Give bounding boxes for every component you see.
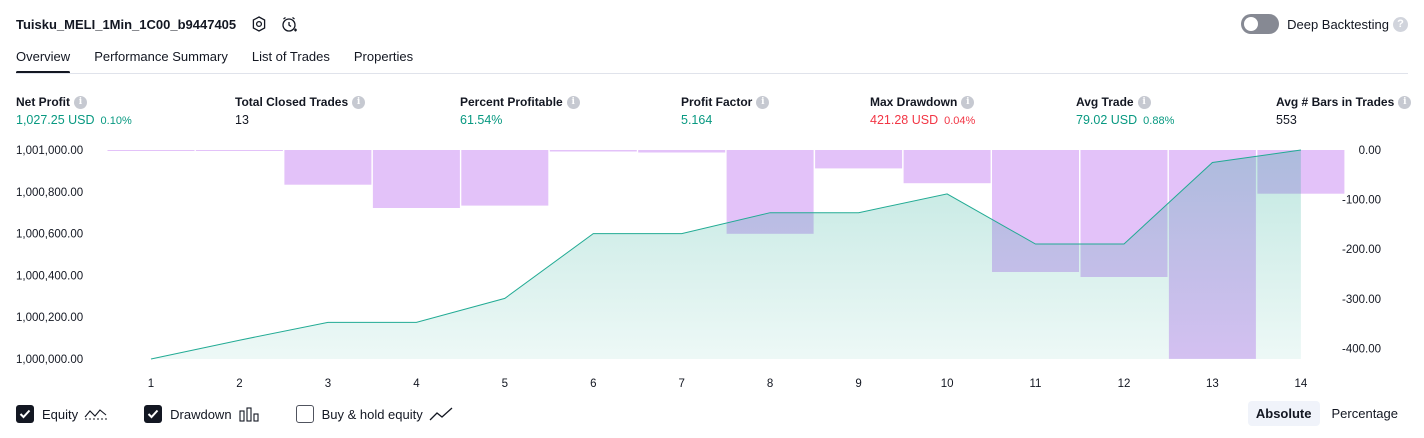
drawdown-bar [284, 150, 372, 185]
drawdown-bars-icon [239, 407, 259, 422]
info-icon[interactable]: i [74, 95, 87, 109]
equity-line-icon [84, 409, 108, 420]
x-axis-tick-label: 11 [1030, 378, 1042, 390]
info-icon[interactable]: i [961, 95, 975, 109]
info-icon[interactable]: i [756, 95, 770, 109]
metric-label: Max Drawdown [870, 95, 958, 109]
x-axis-tick-label: 7 [678, 378, 684, 390]
right-axis-tick-label: -100.00 [1342, 195, 1381, 207]
metric-value: 553 [1276, 113, 1297, 127]
chart-legend: Equity Drawdown Buy & hold equity [16, 404, 489, 424]
equity-drawdown-chart[interactable]: 1,000,000.00 1,000,200.00 1,000,400.00 1,00… [0, 140, 1424, 396]
percentage-button[interactable]: Percentage [1324, 401, 1407, 426]
left-axis-tick-label: 1,000,600.00 [16, 229, 83, 241]
right-axis-tick-label: -300.00 [1342, 294, 1381, 306]
metric-label: Avg Trade [1076, 95, 1134, 109]
info-icon[interactable]: i [566, 95, 580, 109]
info-icon[interactable]: i [1137, 95, 1151, 109]
report-tabs: Overview Performance Summary List of Tra… [16, 46, 437, 76]
metric-avg-trade: Avg Trade i 79.02 USD 0.88% [1076, 94, 1174, 127]
x-axis-tick-label: 3 [325, 378, 331, 390]
buy-hold-checkbox[interactable] [295, 405, 314, 423]
info-icon[interactable]: i [1398, 95, 1412, 109]
metric-value: 61.54% [460, 113, 503, 127]
x-axis-tick-label: 1 [148, 378, 154, 390]
tabs-divider [16, 73, 1408, 74]
drawdown-bar [903, 150, 991, 184]
drawdown-bar [372, 150, 460, 208]
right-axis-tick-label: -400.00 [1342, 343, 1381, 355]
drawdown-bar [107, 150, 195, 151]
strategy-header: Tuisku_MELI_1Min_1C00_b9447405 [16, 12, 300, 36]
right-axis-tick-label: -200.00 [1342, 244, 1381, 256]
legend-equity[interactable]: Equity [16, 405, 108, 423]
right-axis-tick-label: 0.00 [1359, 145, 1381, 157]
legend-drawdown[interactable]: Drawdown [144, 405, 259, 423]
legend-label: Equity [42, 406, 79, 422]
x-axis-tick-label: 8 [767, 378, 773, 390]
left-axis-tick-label: 1,000,000.00 [16, 354, 83, 366]
left-axis-tick-label: 1,000,200.00 [16, 312, 83, 324]
metric-percent-profitable: Percent Profitable i 61.54% [460, 94, 580, 127]
value-mode-toggle: Absolute Percentage [1247, 401, 1407, 426]
legend-buy-hold[interactable]: Buy & hold equity [295, 405, 453, 423]
metric-value: 79.02 USD [1076, 113, 1138, 127]
metric-value: 5.164 [681, 113, 713, 127]
deep-backtesting: Deep Backtesting ? [1241, 13, 1408, 35]
deep-backtesting-toggle[interactable] [1241, 14, 1280, 34]
drawdown-bar [638, 150, 726, 153]
x-axis-tick-label: 5 [502, 378, 508, 390]
metric-value: 421.28 USD [870, 113, 939, 127]
metric-label: Profit Factor [681, 95, 753, 109]
metric-net-profit: Net Profit i 1,027.25 USD 0.10% [16, 94, 132, 127]
alert-clock-icon[interactable] [278, 13, 300, 35]
drawdown-bar [195, 150, 283, 151]
buy-hold-line-icon [429, 407, 453, 421]
metric-label: Percent Profitable [460, 95, 563, 109]
metric-max-drawdown: Max Drawdown i 421.28 USD 0.04% [870, 94, 975, 127]
legend-label: Drawdown [170, 406, 232, 422]
tab-overview[interactable]: Overview [16, 46, 71, 74]
x-axis-tick-label: 9 [855, 378, 861, 390]
left-axis-tick-label: 1,000,400.00 [16, 270, 83, 282]
metric-label: Net Profit [16, 95, 70, 109]
tab-performance-summary[interactable]: Performance Summary [94, 46, 228, 72]
settings-icon[interactable] [248, 13, 270, 35]
metric-percent: 0.04% [944, 115, 976, 127]
left-axis-tick-label: 1,000,800.00 [16, 187, 83, 199]
drawdown-bar [549, 150, 637, 152]
help-icon[interactable]: ? [1393, 16, 1408, 32]
metric-total-closed-trades: Total Closed Trades i 13 [235, 94, 366, 127]
metric-label: Avg # Bars in Trades [1276, 95, 1395, 109]
left-axis-tick-label: 1,001,000.00 [16, 145, 83, 157]
x-axis-tick-label: 6 [590, 378, 596, 390]
tab-list-of-trades[interactable]: List of Trades [252, 46, 330, 72]
x-axis-tick-label: 10 [941, 378, 954, 390]
metric-percent: 0.88% [1143, 115, 1175, 127]
x-axis-tick-label: 4 [413, 378, 420, 390]
tab-properties[interactable]: Properties [354, 46, 413, 72]
metric-percent: 0.10% [100, 115, 132, 127]
absolute-button[interactable]: Absolute [1247, 401, 1320, 426]
x-axis-tick-label: 2 [236, 378, 242, 390]
drawdown-bar [461, 150, 549, 206]
legend-label: Buy & hold equity [321, 406, 423, 422]
x-axis-tick-label: 13 [1206, 378, 1219, 390]
drawdown-checkbox[interactable] [144, 405, 163, 423]
metric-value: 13 [235, 113, 249, 127]
toggle-knob [1244, 17, 1259, 31]
metric-value: 1,027.25 USD [16, 113, 95, 127]
x-axis-tick-label: 12 [1118, 378, 1131, 390]
drawdown-bar [815, 150, 903, 169]
x-axis-tick-label: 14 [1295, 378, 1308, 390]
strategy-title: Tuisku_MELI_1Min_1C00_b9447405 [16, 16, 237, 32]
deep-backtesting-label: Deep Backtesting [1287, 16, 1389, 32]
info-icon[interactable]: i [352, 95, 366, 109]
metric-profit-factor: Profit Factor i 5.164 [681, 94, 770, 127]
metric-label: Total Closed Trades [235, 95, 349, 109]
metric-avg-bars: Avg # Bars in Trades i 553 [1276, 94, 1412, 127]
equity-checkbox[interactable] [16, 405, 34, 423]
